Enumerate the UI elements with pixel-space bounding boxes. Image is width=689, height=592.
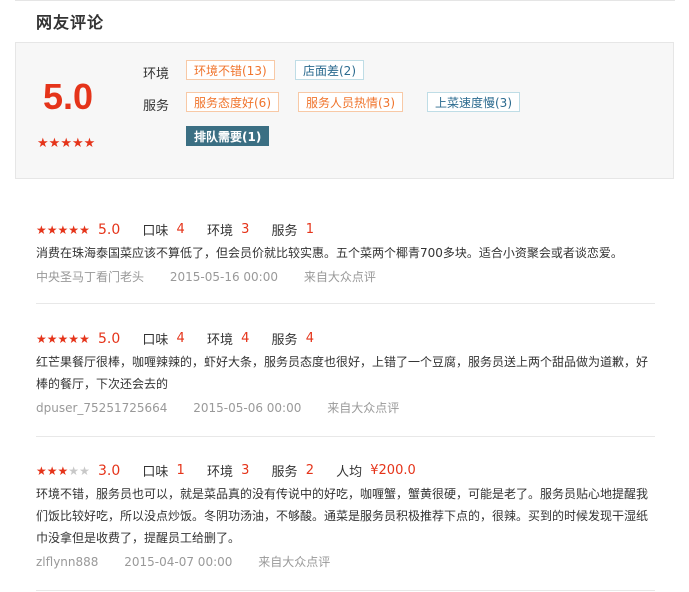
review-meta: dpuser_75251725664 2015-05-06 00:00 来自大众… — [36, 399, 656, 416]
star-filled-icon: ★ — [46, 331, 58, 346]
tag-service-staff-warm[interactable]: 服务人员热情(3) — [298, 92, 403, 112]
star-filled-icon: ★ — [48, 136, 61, 151]
star-empty-icon: ★ — [68, 463, 80, 478]
rating-service-label: 服务 — [271, 224, 298, 239]
rating-environment-value: 3 — [241, 463, 250, 478]
rating-service-value: 2 — [305, 463, 314, 478]
comments-page: 网友评论 5.0 ★★★★★ 环境 环境不错(13) 店面差(2) 服务 服务态… — [0, 0, 689, 592]
rating-taste-label: 口味 — [142, 333, 169, 348]
review-item: ★★★★★ 5.0 口味 4 环境 3 服务 1 消费在珠海泰国菜应该不算低了，… — [36, 220, 656, 285]
star-filled-icon: ★ — [60, 136, 72, 151]
tag-shop-bad[interactable]: 店面差(2) — [295, 60, 364, 80]
review-user[interactable]: dpuser_75251725664 — [36, 401, 167, 415]
review-text: 红芒果餐厅很棒，咖喱辣辣的，虾好大条，服务员态度也很好，上错了一个豆腐，服务员送… — [36, 355, 649, 391]
star-filled-icon: ★ — [83, 136, 96, 151]
rating-service-value: 1 — [305, 222, 314, 237]
review-item: ★★★★★ 3.0 口味 1 环境 3 服务 2 人均 ¥200.0 环境不错，… — [36, 461, 656, 570]
star-filled-icon: ★ — [71, 136, 84, 151]
tag-serving-slow[interactable]: 上菜速度慢(3) — [427, 92, 520, 112]
rating-environment-label: 环境 — [206, 333, 233, 348]
rating-price-label: 人均 — [336, 465, 363, 480]
review-source: 来自大众点评 — [258, 555, 331, 569]
tag-environment-good[interactable]: 环境不错(13) — [186, 60, 275, 80]
review-meta: zlflynn888 2015-04-07 00:00 来自大众点评 — [36, 553, 656, 570]
overall-stars: ★★★★★ — [37, 132, 95, 151]
star-filled-icon: ★ — [46, 222, 58, 237]
review-date: 2015-05-06 00:00 — [193, 401, 302, 415]
review-divider — [36, 303, 655, 304]
star-filled-icon: ★ — [57, 222, 69, 237]
rating-summary: 5.0 ★★★★★ 环境 环境不错(13) 店面差(2) 服务 服务态度好(6)… — [15, 42, 674, 179]
review-text: 环境不错，服务员也可以，就是菜品真的没有传说中的好吃，咖喱蟹，蟹黄很硬，可能是老… — [36, 487, 649, 545]
rating-taste-label: 口味 — [142, 224, 169, 239]
star-filled-icon: ★ — [46, 463, 58, 478]
review-header: ★★★★★ 3.0 口味 1 环境 3 服务 2 人均 ¥200.0 — [36, 461, 656, 481]
star-filled-icon: ★ — [37, 136, 49, 151]
review-divider — [36, 436, 655, 437]
review-meta: 中央圣马丁看门老头 2015-05-16 00:00 来自大众点评 — [36, 268, 656, 285]
top-divider — [15, 0, 675, 1]
review-header: ★★★★★ 5.0 口味 4 环境 3 服务 1 — [36, 220, 656, 240]
rating-price-value: ¥200.0 — [370, 463, 416, 478]
review-score: 5.0 — [97, 221, 121, 238]
review-text: 消费在珠海泰国菜应该不算低了，但会员价就比较实惠。五个菜两个椰青700多块。适合… — [36, 246, 623, 260]
star-filled-icon: ★ — [68, 222, 80, 237]
star-filled-icon: ★ — [36, 463, 47, 478]
review-score: 3.0 — [97, 462, 121, 479]
overall-score: 5.0 — [43, 76, 94, 117]
review-date: 2015-04-07 00:00 — [124, 555, 233, 569]
rating-service-value: 4 — [305, 331, 314, 346]
review-date: 2015-05-16 00:00 — [169, 270, 278, 284]
tag-queue-needed[interactable]: 排队需要(1) — [186, 126, 270, 146]
star-filled-icon: ★ — [36, 331, 47, 346]
tag-service-attitude-good[interactable]: 服务态度好(6) — [186, 92, 279, 112]
rating-service-label: 服务 — [271, 333, 298, 348]
review-item: ★★★★★ 5.0 口味 4 环境 4 服务 4 红芒果餐厅很棒，咖喱辣辣的，虾… — [36, 329, 656, 416]
review-user[interactable]: zlflynn888 — [36, 555, 98, 569]
star-filled-icon: ★ — [79, 331, 90, 346]
review-stars: ★★★★★ — [36, 222, 90, 237]
star-filled-icon: ★ — [36, 222, 47, 237]
review-source: 来自大众点评 — [327, 401, 400, 415]
rating-environment-label: 环境 — [206, 224, 233, 239]
star-filled-icon: ★ — [79, 222, 90, 237]
rating-taste-value: 4 — [176, 222, 185, 237]
star-filled-icon: ★ — [57, 331, 69, 346]
rating-environment-label: 环境 — [206, 465, 233, 480]
review-divider — [36, 590, 655, 591]
rating-environment-value: 4 — [241, 331, 250, 346]
review-stars: ★★★★★ — [36, 331, 90, 346]
section-title: 网友评论 — [36, 13, 105, 32]
tag-row-label: 服务 — [143, 99, 170, 114]
rating-service-label: 服务 — [271, 465, 298, 480]
rating-taste-value: 1 — [176, 463, 185, 478]
tag-row-label: 环境 — [143, 67, 170, 82]
star-empty-icon: ★ — [79, 463, 90, 478]
review-score: 5.0 — [97, 330, 121, 347]
star-filled-icon: ★ — [57, 463, 69, 478]
review-stars: ★★★★★ — [36, 463, 90, 478]
review-header: ★★★★★ 5.0 口味 4 环境 4 服务 4 — [36, 329, 656, 349]
review-user[interactable]: 中央圣马丁看门老头 — [36, 270, 144, 284]
review-source: 来自大众点评 — [303, 270, 376, 284]
rating-taste-label: 口味 — [142, 465, 169, 480]
rating-environment-value: 3 — [241, 222, 250, 237]
rating-taste-value: 4 — [176, 331, 185, 346]
star-filled-icon: ★ — [68, 331, 80, 346]
